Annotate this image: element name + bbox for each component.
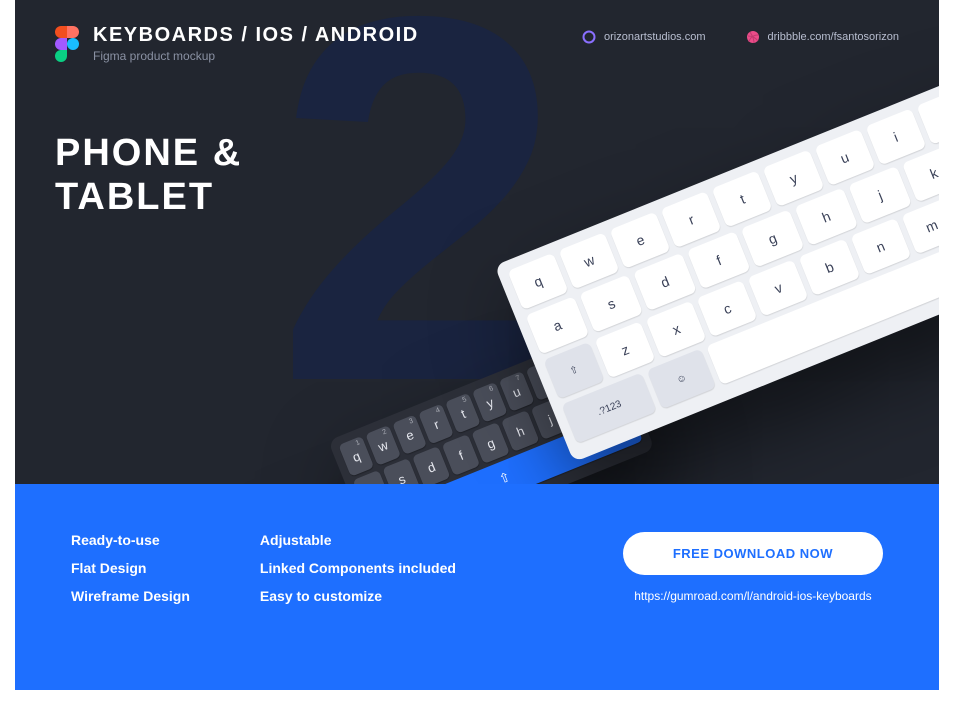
dribbble-icon <box>746 30 760 44</box>
footer: Ready-to-useFlat DesignWireframe Design … <box>15 484 939 690</box>
download-button[interactable]: FREE DOWNLOAD NOW <box>623 532 883 575</box>
website-link[interactable]: orizonartstudios.com <box>582 30 706 44</box>
feature-item: Easy to customize <box>260 588 456 604</box>
page-title: KEYBOARDS / IOS / ANDROID <box>93 24 419 47</box>
figma-logo-icon <box>55 26 79 62</box>
feature-list: Ready-to-use Flat Design Wireframe Design <box>71 532 190 690</box>
features: Ready-to-useFlat DesignWireframe Design … <box>71 532 456 690</box>
feature-item: Wireframe Design <box>71 588 190 604</box>
feature-item: Flat Design <box>71 560 190 576</box>
hero-line-1: PHONE & <box>55 132 242 176</box>
feature-item: Linked Components included <box>260 560 456 576</box>
circle-icon <box>582 30 596 44</box>
promo-canvas: 2 KEYBOARDS / IOS / ANDROID Figma produc… <box>15 0 939 690</box>
website-link-label: orizonartstudios.com <box>604 31 706 43</box>
hero-line-2: TABLET <box>55 176 242 220</box>
feature-list: Adjustable Linked Components included Easy… <box>260 532 456 690</box>
hero-heading: PHONE & TABLET <box>55 132 242 219</box>
feature-item: Ready-to-use <box>71 532 190 548</box>
feature-item: Adjustable <box>260 532 456 548</box>
download-url[interactable]: https://gumroad.com/l/android-ios-keyboa… <box>634 589 871 603</box>
brand: KEYBOARDS / IOS / ANDROID Figma product … <box>55 24 419 63</box>
page-subtitle: Figma product mockup <box>93 49 419 63</box>
cta: FREE DOWNLOAD NOW https://gumroad.com/l/… <box>623 532 883 690</box>
